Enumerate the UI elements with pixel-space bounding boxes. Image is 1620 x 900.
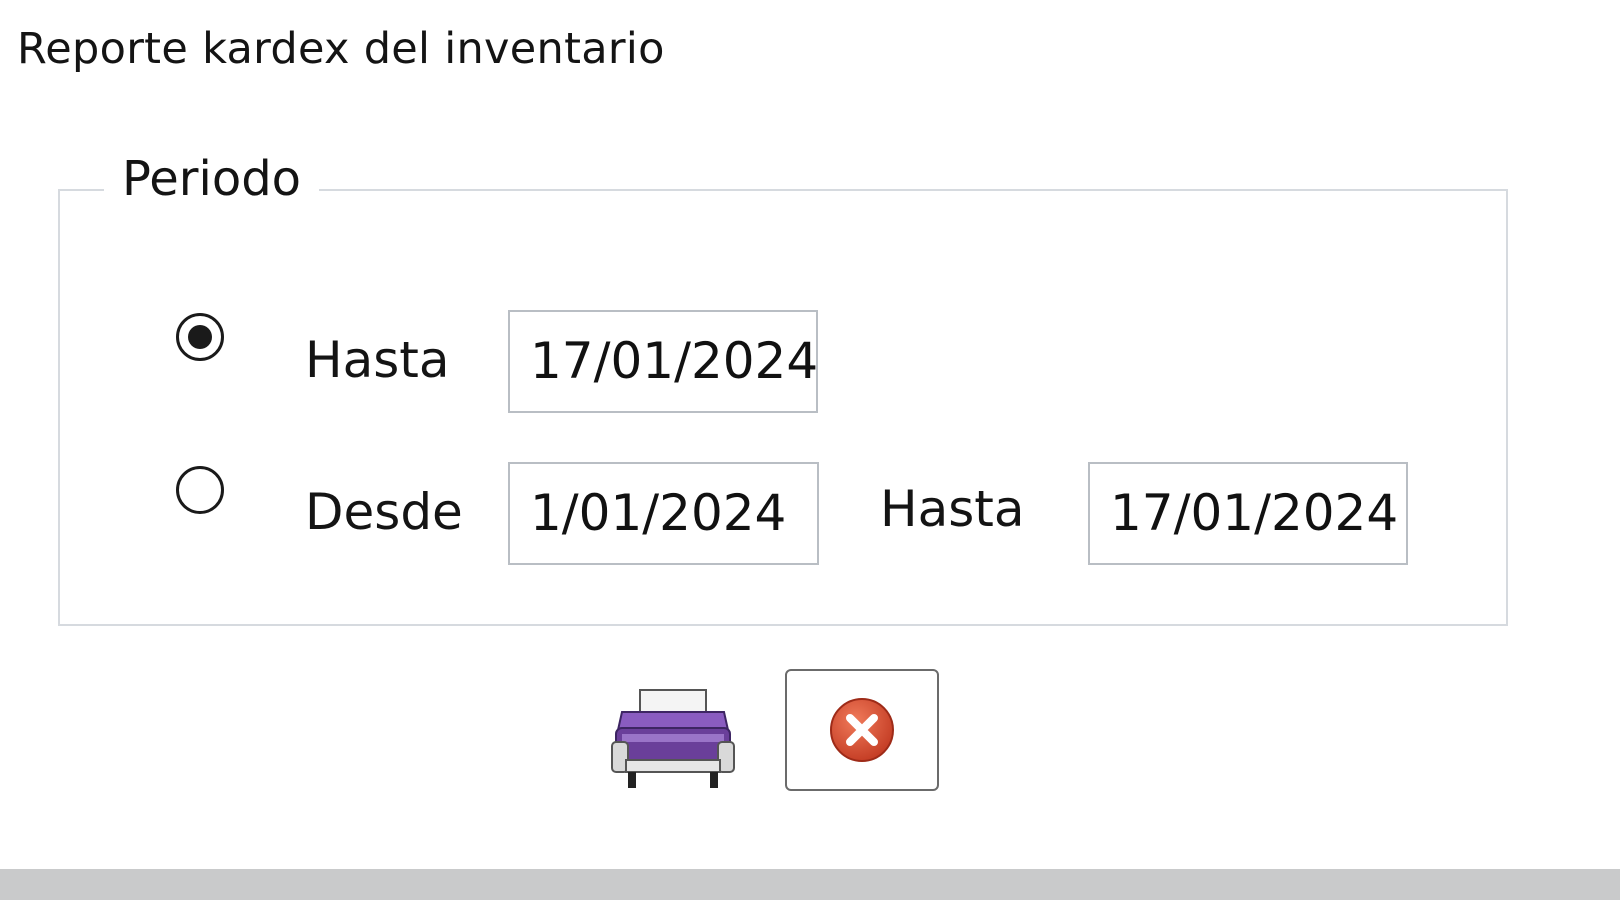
printer-icon xyxy=(611,689,735,788)
hasta-label: Hasta xyxy=(305,331,450,389)
print-button[interactable] xyxy=(610,686,736,792)
hasta-date-field[interactable]: 17/01/2024 xyxy=(508,310,818,413)
rango-hasta-label: Hasta xyxy=(880,480,1025,538)
radio-rango[interactable] xyxy=(176,466,224,514)
desde-label: Desde xyxy=(305,483,463,541)
rango-hasta-date-field[interactable]: 17/01/2024 xyxy=(1088,462,1408,565)
desde-date-field[interactable]: 1/01/2024 xyxy=(508,462,819,565)
radio-hasta[interactable] xyxy=(176,313,224,361)
kardex-report-window: Reporte kardex del inventario Periodo Ha… xyxy=(0,0,1620,900)
close-circle-icon xyxy=(830,698,894,762)
bottom-status-bar xyxy=(0,869,1620,900)
periodo-legend: Periodo xyxy=(104,151,320,207)
window-title: Reporte kardex del inventario xyxy=(17,24,665,74)
close-button[interactable] xyxy=(785,669,939,791)
